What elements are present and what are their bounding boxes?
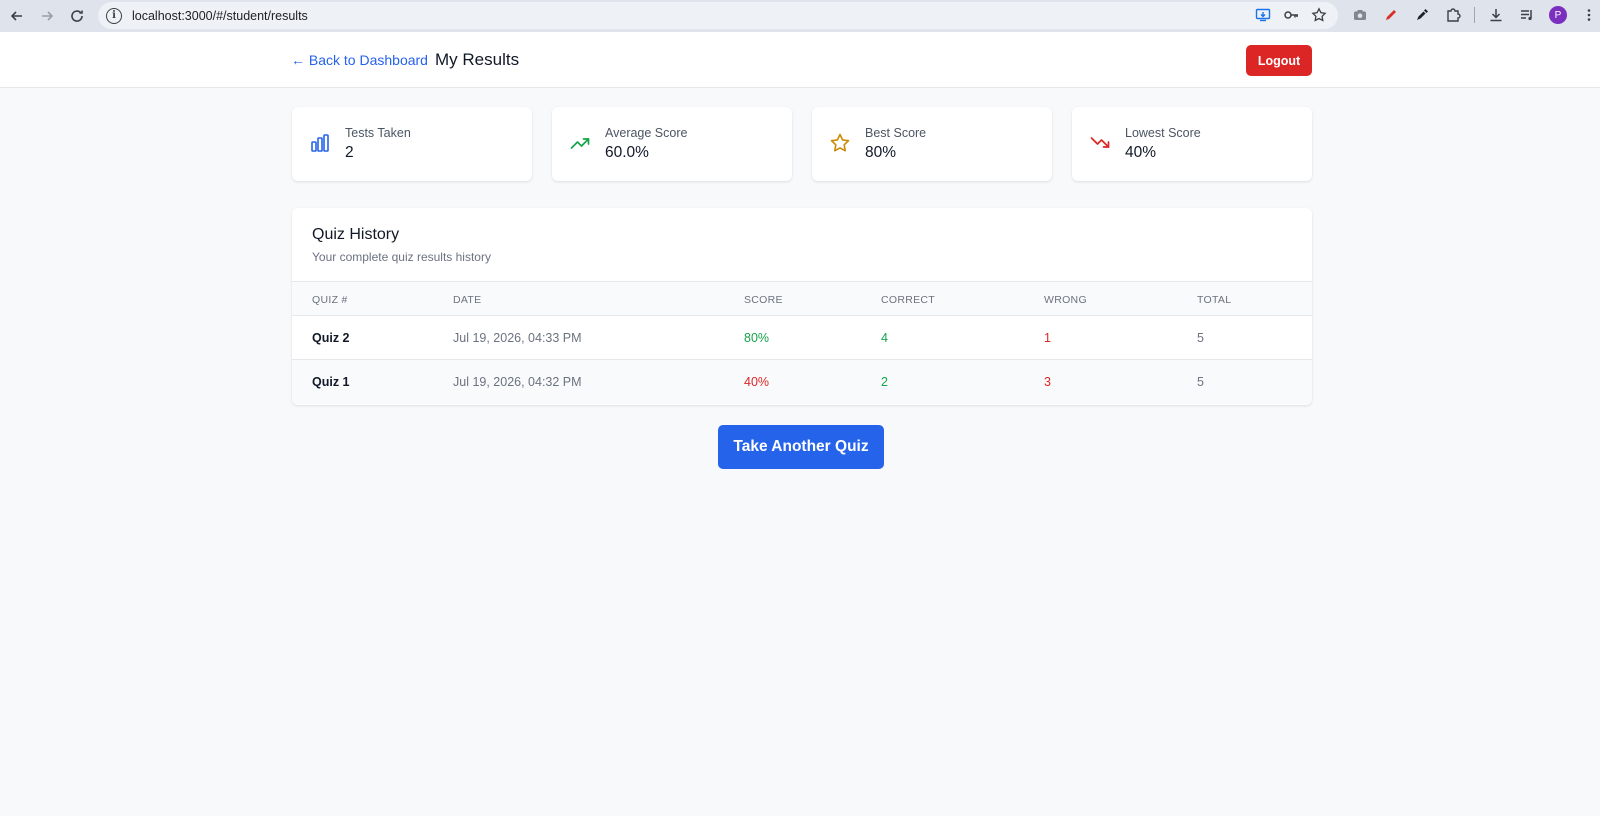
logout-button[interactable]: Logout — [1246, 45, 1312, 76]
cell-correct: 2 — [881, 375, 888, 389]
stat-value: 80% — [865, 144, 897, 161]
quiz-history-title: Quiz History — [312, 226, 400, 243]
column-header-total: TOTAL — [1197, 294, 1232, 306]
cell-wrong: 3 — [1044, 375, 1051, 389]
profile-initial: P — [1549, 6, 1567, 24]
cell-total: 5 — [1197, 375, 1204, 389]
camera-icon[interactable] — [1348, 3, 1372, 27]
cell-quiz: Quiz 1 — [312, 375, 350, 389]
cell-total: 5 — [1197, 331, 1204, 345]
extensions-puzzle-icon[interactable] — [1441, 3, 1465, 27]
stat-card-tests-taken: Tests Taken 2 — [292, 107, 532, 181]
page-title: My Results — [435, 50, 520, 69]
stat-label: Lowest Score — [1125, 126, 1201, 140]
stats-row: Tests Taken 2 Average Score 60.0% Best S… — [292, 107, 1312, 181]
star-icon — [830, 133, 850, 152]
cell-date: Jul 19, 2026, 04:33 PM — [453, 331, 582, 345]
stat-value: 60.0% — [605, 144, 649, 161]
address-bar-url[interactable]: localhost:3000/#/student/results — [132, 9, 308, 23]
stat-label: Tests Taken — [345, 126, 411, 140]
toolbar-separator — [1474, 7, 1475, 23]
stat-card-average-score: Average Score 60.0% — [552, 107, 792, 181]
reload-icon[interactable] — [62, 3, 92, 29]
more-menu-icon[interactable] — [1577, 3, 1600, 27]
eyedropper-icon[interactable] — [1410, 3, 1434, 27]
cell-quiz: Quiz 2 — [312, 331, 350, 345]
app-header: ← Back to Dashboard My Results Logout — [0, 32, 1600, 88]
column-header-date: DATE — [453, 294, 482, 306]
trending-up-icon — [570, 138, 590, 149]
take-another-quiz-button[interactable]: Take Another Quiz — [718, 425, 884, 469]
site-info-icon[interactable]: i — [106, 7, 122, 24]
browser-toolbar: i localhost:3000/#/student/results P — [0, 0, 1600, 32]
stat-card-lowest-score: Lowest Score 40% — [1072, 107, 1312, 181]
bar-chart-icon — [311, 134, 329, 152]
stat-value: 40% — [1125, 144, 1157, 161]
stat-value: 2 — [345, 144, 354, 161]
cell-correct: 4 — [881, 331, 888, 345]
back-arrow-icon[interactable] — [2, 3, 32, 29]
install-app-icon[interactable] — [1254, 6, 1272, 24]
cell-wrong: 1 — [1044, 331, 1051, 345]
back-to-dashboard-link[interactable]: ← Back to Dashboard — [291, 52, 428, 68]
pen-extension-icon[interactable] — [1379, 3, 1403, 27]
cell-date: Jul 19, 2026, 04:32 PM — [453, 375, 582, 389]
media-queue-icon[interactable] — [1515, 3, 1539, 27]
table-row: Quiz 1 Jul 19, 2026, 04:32 PM 40% 2 3 5 — [292, 360, 1312, 404]
stat-label: Best Score — [865, 126, 927, 140]
column-header-quiz: QUIZ # — [312, 294, 348, 306]
cell-score: 40% — [744, 375, 770, 389]
downloads-icon[interactable] — [1484, 3, 1508, 27]
table-row: Quiz 2 Jul 19, 2026, 04:33 PM 80% 4 1 5 — [292, 316, 1312, 360]
quiz-history-card: Quiz History Your complete quiz results … — [292, 208, 1312, 405]
column-header-correct: CORRECT — [881, 294, 936, 306]
column-header-wrong: WRONG — [1044, 294, 1087, 306]
quiz-history-subtitle: Your complete quiz results history — [312, 250, 491, 264]
profile-avatar[interactable]: P — [1546, 3, 1570, 27]
table-header: QUIZ # DATE SCORE CORRECT WRONG TOTAL — [292, 281, 1312, 316]
stat-label: Average Score — [605, 126, 688, 140]
password-key-icon[interactable] — [1282, 6, 1300, 24]
column-header-score: SCORE — [744, 294, 783, 306]
trending-down-icon — [1090, 137, 1110, 148]
cell-score: 80% — [744, 331, 770, 345]
address-bar[interactable]: i localhost:3000/#/student/results — [98, 2, 1338, 29]
bookmark-star-icon[interactable] — [1310, 6, 1328, 24]
stat-card-best-score: Best Score 80% — [812, 107, 1052, 181]
forward-arrow-icon[interactable] — [32, 3, 62, 29]
